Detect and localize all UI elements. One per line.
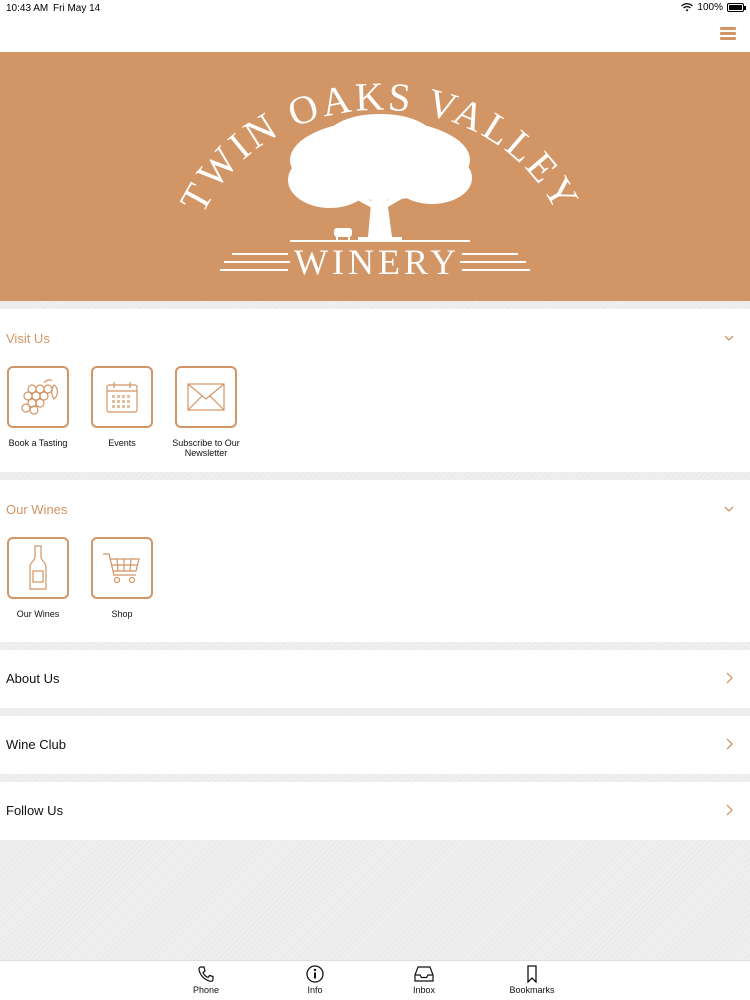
row-about-us[interactable]: About Us [0, 650, 750, 708]
tab-label: Inbox [412, 985, 436, 995]
status-bar: 10:43 AM Fri May 14 100% [0, 0, 750, 20]
winery-logo: TWIN OAKS VALLEY WINERY [171, 73, 586, 282]
bookmark-icon [527, 965, 537, 983]
info-icon [306, 965, 324, 983]
chevron-down-icon[interactable] [724, 504, 734, 514]
row-follow-us[interactable]: Follow Us [0, 782, 750, 840]
tab-label: Phone [192, 985, 220, 995]
tile-label: Events [108, 438, 136, 448]
status-right: 100% [681, 2, 746, 13]
grapes-icon [21, 379, 58, 415]
oak-tree-icon [288, 114, 472, 242]
tile-label: Subscribe to Our Newsletter [172, 438, 240, 458]
tab-bar: Phone Info Inbox Bookmarks [0, 960, 750, 1000]
status-date: Fri May 14 [53, 3, 101, 14]
battery-percent: 100% [697, 2, 723, 13]
shopping-cart-icon [103, 553, 140, 584]
battery-icon [727, 3, 746, 12]
logo-winery-text: WINERY [294, 242, 460, 282]
tile-events[interactable]: Events [91, 366, 153, 458]
tab-info[interactable]: Info [280, 961, 350, 1000]
chevron-down-icon[interactable] [724, 333, 734, 343]
visit-us-header[interactable]: Visit Us [6, 331, 50, 346]
row-wine-club[interactable]: Wine Club [0, 716, 750, 774]
phone-icon [198, 966, 214, 982]
tab-label: Bookmarks [509, 985, 555, 995]
wifi-icon [681, 3, 694, 12]
chevron-right-icon [726, 804, 733, 816]
tile-label: Book a Tasting [8, 438, 68, 448]
visit-us-section: Visit Us Book a Tasting Events Subscribe… [0, 309, 750, 472]
tile-book-a-tasting[interactable]: Book a Tasting [7, 366, 69, 458]
chevron-right-icon [726, 738, 733, 750]
tile-label: Our Wines [16, 609, 60, 619]
envelope-icon [187, 383, 225, 411]
tab-phone[interactable]: Phone [171, 961, 241, 1000]
wine-bottle-icon [29, 545, 47, 590]
our-wines-section: Our Wines Our Wines Shop [0, 480, 750, 642]
row-label: Follow Us [6, 803, 64, 818]
tile-subscribe-newsletter[interactable]: Subscribe to Our Newsletter [172, 366, 240, 458]
hamburger-menu-icon[interactable] [720, 27, 736, 41]
tile-label: Shop [111, 609, 133, 619]
tile-shop[interactable]: Shop [91, 537, 153, 619]
top-bar [0, 20, 750, 52]
tab-bookmarks[interactable]: Bookmarks [497, 961, 567, 1000]
inbox-icon [414, 966, 434, 982]
status-time: 10:43 AM [6, 3, 49, 14]
row-label: Wine Club [6, 737, 66, 752]
chevron-right-icon [726, 672, 733, 684]
hero-banner: TWIN OAKS VALLEY WINERY [0, 52, 750, 301]
tab-label: Info [307, 985, 323, 995]
our-wines-header[interactable]: Our Wines [6, 502, 67, 517]
row-label: About Us [6, 671, 60, 686]
calendar-icon [106, 382, 138, 413]
tab-inbox[interactable]: Inbox [389, 961, 459, 1000]
tile-our-wines[interactable]: Our Wines [7, 537, 69, 619]
